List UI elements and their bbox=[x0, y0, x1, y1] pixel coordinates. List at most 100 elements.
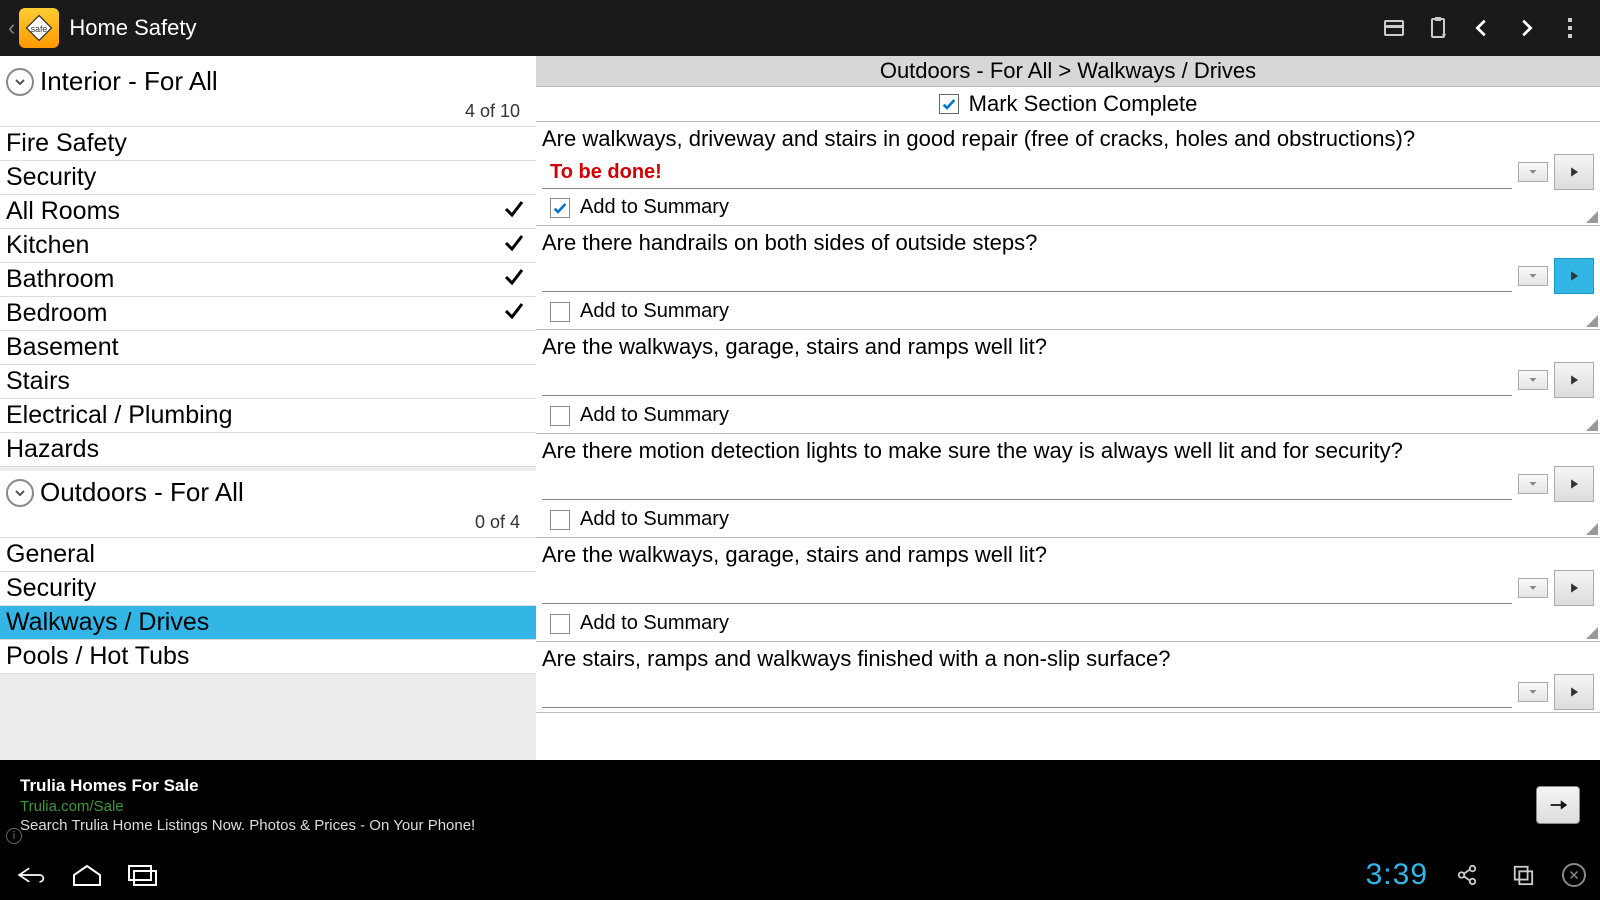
add-summary-checkbox[interactable] bbox=[550, 510, 570, 530]
close-icon[interactable] bbox=[1562, 863, 1586, 887]
dropdown-button[interactable] bbox=[1518, 682, 1548, 702]
sidebar-item-label: Security bbox=[6, 163, 526, 192]
category-header-interior[interactable]: Interior - For All 4 of 10 bbox=[0, 56, 536, 127]
question-text: Are stairs, ramps and walkways finished … bbox=[542, 646, 1594, 674]
ad-desc: Search Trulia Home Listings Now. Photos … bbox=[20, 817, 475, 834]
go-button[interactable] bbox=[1554, 258, 1594, 294]
app-logo[interactable]: safe bbox=[19, 8, 59, 48]
add-summary-row[interactable]: Add to Summary bbox=[542, 606, 1594, 639]
overflow-menu-icon[interactable] bbox=[1548, 6, 1592, 50]
add-summary-row[interactable]: Add to Summary bbox=[542, 294, 1594, 327]
category-header-outdoors[interactable]: Outdoors - For All 0 of 4 bbox=[0, 471, 536, 538]
card-icon[interactable] bbox=[1372, 6, 1416, 50]
app-bar: ‹ safe Home Safety bbox=[0, 0, 1600, 56]
ad-banner[interactable]: i Trulia Homes For Sale Trulia.com/Sale … bbox=[0, 760, 1600, 850]
sidebar-item-label: Basement bbox=[6, 333, 526, 362]
sidebar-item[interactable]: All Rooms bbox=[0, 195, 536, 229]
add-summary-label: Add to Summary bbox=[580, 196, 729, 219]
answer-input[interactable] bbox=[542, 155, 1512, 189]
ad-arrow-button[interactable] bbox=[1536, 786, 1580, 824]
sidebar-item-label: General bbox=[6, 540, 526, 569]
go-button[interactable] bbox=[1554, 570, 1594, 606]
dropdown-button[interactable] bbox=[1518, 266, 1548, 286]
ad-url: Trulia.com/Sale bbox=[20, 798, 475, 815]
sys-home-icon[interactable] bbox=[70, 862, 104, 888]
next-icon[interactable] bbox=[1504, 6, 1548, 50]
back-icon[interactable]: ‹ bbox=[8, 15, 15, 41]
category-title: Interior - For All bbox=[40, 66, 218, 97]
sidebar-item[interactable]: Fire Safety bbox=[0, 127, 536, 161]
add-summary-checkbox[interactable] bbox=[550, 406, 570, 426]
sidebar-item-label: All Rooms bbox=[6, 197, 502, 226]
answer-input[interactable] bbox=[542, 468, 1512, 500]
resize-corner-icon bbox=[1586, 523, 1598, 535]
share-icon[interactable] bbox=[1450, 862, 1484, 888]
sidebar-item[interactable]: Security bbox=[0, 572, 536, 606]
add-summary-label: Add to Summary bbox=[580, 508, 729, 531]
prev-icon[interactable] bbox=[1460, 6, 1504, 50]
sidebar-item[interactable]: Kitchen bbox=[0, 229, 536, 263]
sidebar-item[interactable]: Bedroom bbox=[0, 297, 536, 331]
answer-input[interactable] bbox=[542, 572, 1512, 604]
sidebar-item-label: Fire Safety bbox=[6, 129, 526, 158]
go-button[interactable] bbox=[1554, 362, 1594, 398]
check-icon bbox=[502, 196, 526, 227]
sidebar-item[interactable]: Electrical / Plumbing bbox=[0, 399, 536, 433]
answer-input[interactable] bbox=[542, 364, 1512, 396]
add-summary-row[interactable]: Add to Summary bbox=[542, 190, 1594, 223]
screenshot-icon[interactable] bbox=[1506, 862, 1540, 888]
add-summary-row[interactable]: Add to Summary bbox=[542, 502, 1594, 535]
question-text: Are the walkways, garage, stairs and ram… bbox=[542, 334, 1594, 362]
check-icon bbox=[502, 264, 526, 295]
sidebar-item[interactable]: General bbox=[0, 538, 536, 572]
answer-input[interactable] bbox=[542, 260, 1512, 292]
category-count: 4 of 10 bbox=[6, 97, 526, 124]
category-count: 0 of 4 bbox=[6, 508, 526, 535]
dropdown-button[interactable] bbox=[1518, 578, 1548, 598]
add-summary-checkbox[interactable] bbox=[550, 302, 570, 322]
chevron-down-icon bbox=[6, 68, 34, 96]
question-block: Are there motion detection lights to mak… bbox=[536, 434, 1600, 538]
question-text: Are there motion detection lights to mak… bbox=[542, 438, 1594, 466]
add-summary-row[interactable]: Add to Summary bbox=[542, 398, 1594, 431]
sys-recent-icon[interactable] bbox=[126, 862, 160, 888]
mark-complete-row[interactable]: Mark Section Complete bbox=[536, 87, 1600, 122]
question-text: Are the walkways, garage, stairs and ram… bbox=[542, 542, 1594, 570]
go-button[interactable] bbox=[1554, 154, 1594, 190]
sidebar-item[interactable]: Security bbox=[0, 161, 536, 195]
dropdown-button[interactable] bbox=[1518, 370, 1548, 390]
sidebar-item-label: Walkways / Drives bbox=[6, 608, 526, 637]
sidebar-item[interactable]: Basement bbox=[0, 331, 536, 365]
breadcrumb: Outdoors - For All > Walkways / Drives bbox=[536, 56, 1600, 87]
resize-corner-icon bbox=[1586, 419, 1598, 431]
question-block: Are the walkways, garage, stairs and ram… bbox=[536, 330, 1600, 434]
resize-corner-icon bbox=[1586, 627, 1598, 639]
sidebar-item-label: Security bbox=[6, 574, 526, 603]
mark-complete-checkbox[interactable] bbox=[939, 94, 959, 114]
sidebar-item-label: Pools / Hot Tubs bbox=[6, 642, 526, 671]
sidebar-item[interactable]: Pools / Hot Tubs bbox=[0, 640, 536, 674]
go-button[interactable] bbox=[1554, 674, 1594, 710]
sidebar-item-label: Hazards bbox=[6, 435, 526, 464]
sidebar-item-label: Bathroom bbox=[6, 265, 502, 294]
add-summary-checkbox[interactable] bbox=[550, 614, 570, 634]
sidebar-item[interactable]: Hazards bbox=[0, 433, 536, 467]
sidebar-item[interactable]: Walkways / Drives bbox=[0, 606, 536, 640]
go-button[interactable] bbox=[1554, 466, 1594, 502]
sidebar-item[interactable]: Bathroom bbox=[0, 263, 536, 297]
sidebar-item[interactable]: Stairs bbox=[0, 365, 536, 399]
dropdown-button[interactable] bbox=[1518, 474, 1548, 494]
sys-back-icon[interactable] bbox=[14, 862, 48, 888]
add-summary-checkbox[interactable] bbox=[550, 198, 570, 218]
dropdown-button[interactable] bbox=[1518, 162, 1548, 182]
resize-corner-icon bbox=[1586, 315, 1598, 327]
check-icon bbox=[502, 230, 526, 261]
system-nav-bar: 3:39 bbox=[0, 850, 1600, 900]
check-icon bbox=[502, 298, 526, 329]
sidebar-item-label: Electrical / Plumbing bbox=[6, 401, 526, 430]
add-summary-label: Add to Summary bbox=[580, 300, 729, 323]
answer-input[interactable] bbox=[542, 676, 1512, 708]
clipboard-icon[interactable] bbox=[1416, 6, 1460, 50]
content-pane: Outdoors - For All > Walkways / Drives M… bbox=[536, 56, 1600, 760]
ad-info-icon[interactable]: i bbox=[6, 828, 22, 844]
